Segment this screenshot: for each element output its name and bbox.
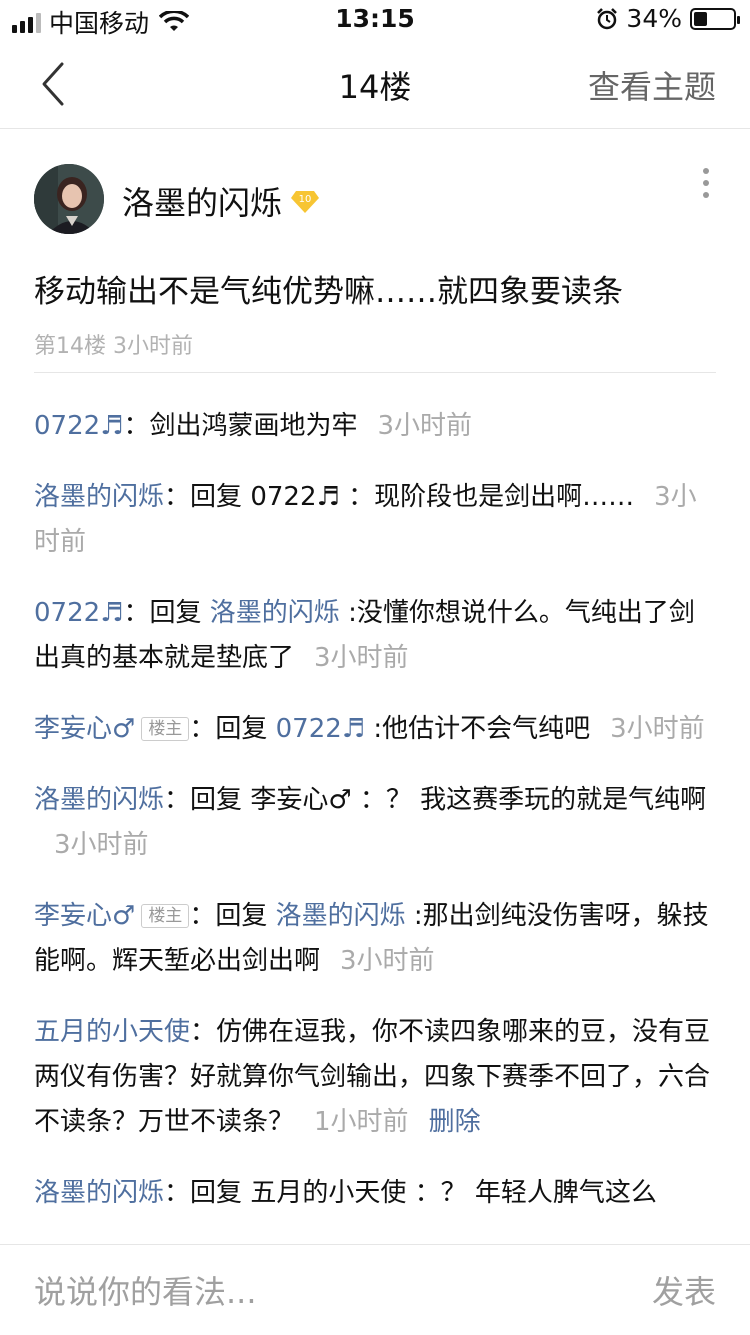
divider [34,372,716,373]
reply-separator: ： [164,785,191,815]
view-topic-button[interactable]: 查看主题 [588,62,716,108]
level-number: 10 [299,194,312,205]
alarm-icon [597,7,618,29]
reply-author[interactable]: 0722♬ [34,411,123,441]
reply-label: 回复 [215,714,268,744]
reply-label: 回复 [190,482,243,512]
reply-text: ：？ 我这赛季玩的就是气纯啊 [359,785,707,815]
more-options-icon[interactable] [700,168,712,204]
reply-label: 回复 [190,785,243,815]
reply-target-link[interactable]: 洛墨的闪烁 [276,901,406,931]
reply-author[interactable]: 李妄心♂ [34,714,135,744]
reply-target: 五月的小天使 [250,1178,407,1208]
reply-time: 3小时前 [610,714,705,744]
reply-item[interactable]: 洛墨的闪烁：回复 李妄心♂ ：？ 我这赛季玩的就是气纯啊 3小时前 [34,778,716,868]
reply-text: ：现阶段也是剑出啊…… [348,482,635,512]
reply-author[interactable]: 洛墨的闪烁 [34,482,164,512]
author-name-text: 洛墨的闪烁 [122,184,283,222]
reply-time: 3小时前 [340,946,435,976]
nav-bar: 14楼 查看主题 [0,40,750,129]
reply-list: 0722♬：剑出鸿蒙画地为牢 3小时前 洛墨的闪烁：回复 0722♬ ：现阶段也是… [34,404,716,1242]
op-badge: 楼主 [141,904,190,928]
reply-time: 3小时前 [377,411,473,441]
reply-separator: ： [190,1017,217,1047]
author-name[interactable]: 洛墨的闪烁 10 [122,178,320,224]
avatar[interactable] [34,164,104,234]
reply-author[interactable]: 五月的小天使 [34,1017,190,1047]
level-badge-icon: 10 [291,191,320,213]
reply-target: 0722♬ [250,482,340,512]
reply-item[interactable]: 0722♬：回复 洛墨的闪烁 :没懂你想说什么。气纯出了剑出真的基本就是垫底了 3… [34,591,716,681]
reply-target-link[interactable]: 洛墨的闪烁 [210,598,340,628]
reply-text: :他估计不会气纯吧 [373,714,591,744]
reply-item[interactable]: 洛墨的闪烁：回复 0722♬ ：现阶段也是剑出啊…… 3小时前 [34,475,716,565]
delete-button[interactable]: 删除 [429,1107,481,1137]
reply-time: 3小时前 [54,830,149,860]
reply-item[interactable]: 洛墨的闪烁：回复 五月的小天使 ：？ 年轻人脾气这么 [34,1171,716,1216]
reply-separator: ： [164,482,191,512]
reply-separator: ： [123,411,150,441]
reply-target-link[interactable]: 0722♬ [276,714,365,744]
reply-author[interactable]: 0722♬ [34,598,123,628]
battery-percent: 34% [626,4,682,33]
reply-item[interactable]: 李妄心♂ 楼主 ：回复 洛墨的闪烁 :那出剑纯没伤害呀，躲技能啊。辉天堑必出剑出啊 3… [34,894,716,984]
reply-text: ：？ 年轻人脾气这么 [414,1178,657,1208]
reply-label: 回复 [149,598,202,628]
reply-item[interactable]: 五月的小天使：仿佛在逗我，你不读四象哪来的豆，没有豆两仪有伤害？好就算你气剑输出… [34,1010,716,1145]
publish-button[interactable]: 发表 [652,1267,716,1313]
post-content: 移动输出不是气纯优势嘛……就四象要读条 [34,274,623,310]
reply-separator: ： [123,598,150,628]
reply-separator: ： [189,901,216,931]
reply-label: 回复 [190,1178,243,1208]
battery-icon [690,7,740,30]
reply-time: 3小时前 [314,643,409,673]
reply-target: 李妄心♂ [250,785,352,815]
reply-item[interactable]: 0722♬：剑出鸿蒙画地为牢 3小时前 [34,404,716,449]
comment-input[interactable]: 说说你的看法... [34,1267,257,1313]
reply-author[interactable]: 洛墨的闪烁 [34,785,164,815]
reply-separator: ： [164,1178,191,1208]
status-right: 34% [596,4,740,33]
status-bar: 中国移动 13:15 34% [0,0,750,40]
reply-item[interactable]: 李妄心♂ 楼主 ：回复 0722♬ :他估计不会气纯吧 3小时前 [34,707,716,752]
comment-bar: 说说你的看法... 发表 [0,1244,750,1335]
reply-text: 剑出鸿蒙画地为牢 [149,411,358,441]
reply-label: 回复 [215,901,268,931]
post-meta: 第14楼 3小时前 [34,334,193,359]
reply-separator: ： [189,714,216,744]
reply-author[interactable]: 洛墨的闪烁 [34,1178,164,1208]
op-badge: 楼主 [141,717,190,741]
reply-time: 1小时前 [314,1107,409,1137]
reply-author[interactable]: 李妄心♂ [34,901,135,931]
